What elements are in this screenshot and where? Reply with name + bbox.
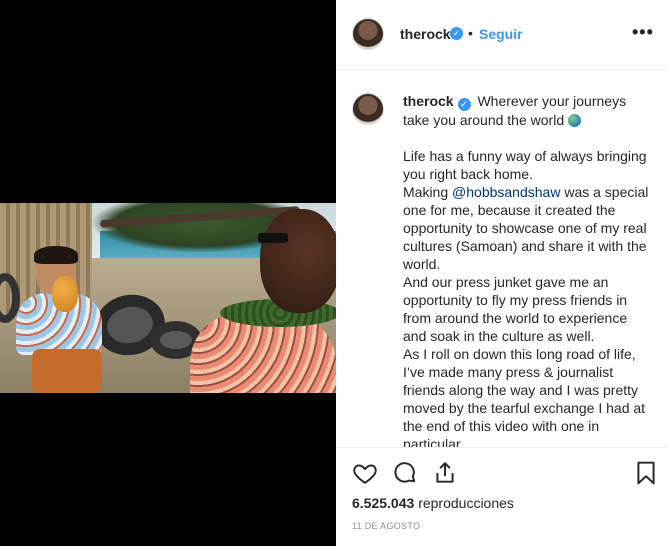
post-header: therock ✓ • Seguir ••• <box>336 0 667 70</box>
caption-paragraph: Life has a funny way of always bringing … <box>403 148 647 182</box>
video-pane[interactable] <box>0 0 336 546</box>
video-person-right <box>190 203 336 393</box>
avatar[interactable] <box>352 93 384 125</box>
share-icon[interactable] <box>432 460 458 486</box>
caption-paragraph: And our press junket gave me an opportun… <box>403 274 628 344</box>
post-date[interactable]: 11 DE AGOSTO <box>352 521 420 531</box>
header-username[interactable]: therock <box>400 26 451 42</box>
heart-icon[interactable] <box>352 460 378 486</box>
caption-username[interactable]: therock <box>403 93 454 109</box>
comments-area[interactable]: therock ✓ Wherever your journeys take you… <box>336 71 667 447</box>
mention-link[interactable]: @hobbsandshaw <box>452 184 560 200</box>
verified-badge-icon: ✓ <box>457 98 471 111</box>
comment-icon[interactable] <box>392 460 418 486</box>
video-person-left <box>14 246 104 393</box>
caption: therock ✓ Wherever your journeys take you… <box>403 92 653 447</box>
video-player[interactable] <box>0 203 336 393</box>
verified-badge-icon: ✓ <box>450 27 463 40</box>
post-sidebar: therock ✓ • Seguir ••• therock ✓ Wherever… <box>336 0 667 546</box>
view-count[interactable]: 6.525.043 reproducciones <box>352 495 514 511</box>
bookmark-icon[interactable] <box>633 460 659 486</box>
video-fruit <box>52 276 78 312</box>
separator-dot: • <box>468 25 473 41</box>
follow-button[interactable]: Seguir <box>479 26 523 42</box>
more-options-icon[interactable]: ••• <box>632 22 654 43</box>
avatar[interactable] <box>352 18 384 50</box>
post-actions: 6.525.043 reproducciones 11 DE AGOSTO <box>336 447 667 546</box>
globe-emoji-icon <box>568 114 581 127</box>
caption-paragraph: Making @hobbsandshaw was a special one f… <box>403 184 649 272</box>
caption-paragraph: As I roll on down this long road of life… <box>403 346 646 447</box>
